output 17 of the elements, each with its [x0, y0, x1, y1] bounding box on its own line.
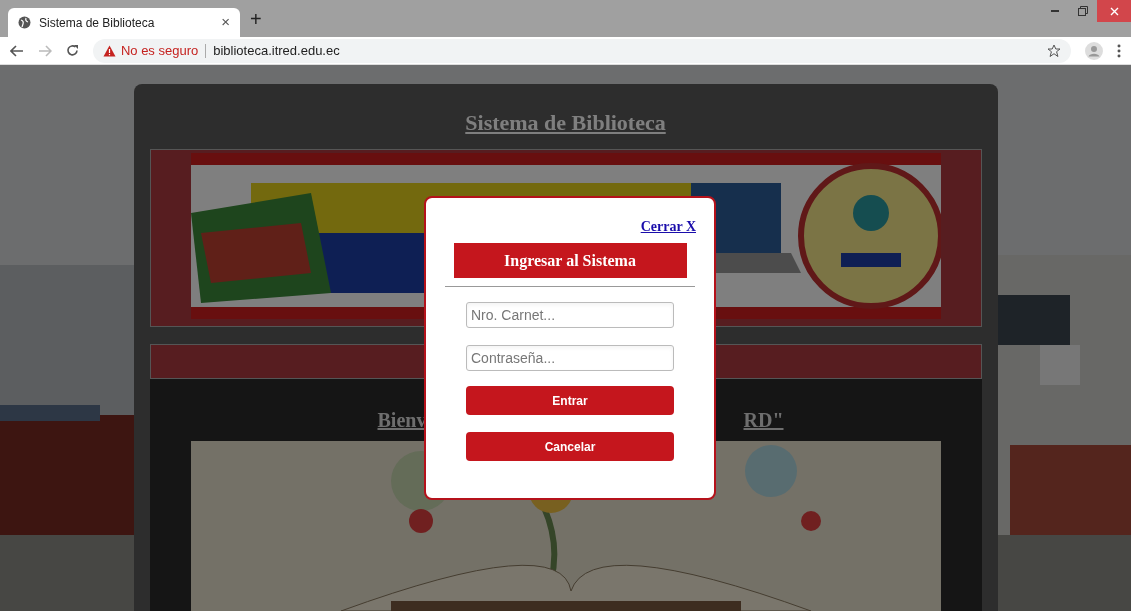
url-text[interactable]: biblioteca.itred.edu.ec: [213, 40, 340, 61]
reload-icon[interactable]: [65, 44, 79, 57]
tab-title: Sistema de Biblioteca: [39, 14, 155, 32]
security-label[interactable]: No es seguro: [120, 40, 199, 61]
close-icon: [1109, 6, 1119, 16]
warning-icon: [102, 44, 116, 57]
back-icon[interactable]: [10, 44, 24, 57]
globe-icon: [18, 16, 31, 29]
new-tab-button[interactable]: +: [250, 9, 262, 29]
maximize-icon: [1078, 6, 1088, 16]
tab-close-button[interactable]: ×: [221, 11, 230, 34]
profile-icon[interactable]: [1085, 41, 1103, 60]
address-bar[interactable]: No es seguro biblioteca.itred.edu.ec: [92, 38, 1072, 63]
menu-icon[interactable]: [1117, 43, 1121, 58]
browser-tab[interactable]: Sistema de Biblioteca ×: [8, 8, 240, 37]
close-window-button[interactable]: [1097, 0, 1131, 22]
star-icon[interactable]: [1047, 43, 1062, 58]
